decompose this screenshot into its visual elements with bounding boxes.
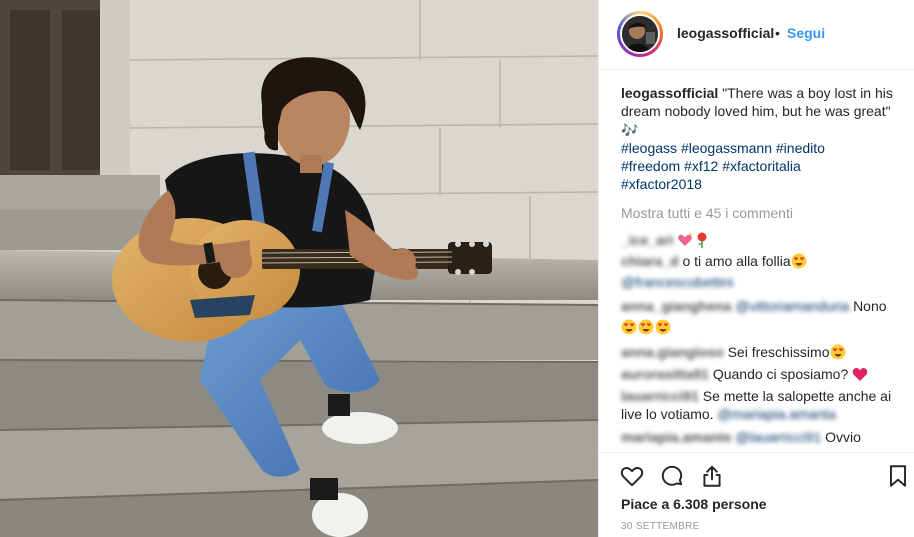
show-all-comments-link[interactable]: Mostra tutti e 45 i commenti [621,204,903,222]
comment-text: Nono [853,297,887,314]
comment-row: mariapia.amante @lauarricci91 Ovvio [621,428,903,446]
photo-boy-playing-guitar [0,0,598,537]
comment-icon[interactable] [659,463,685,489]
comment-username[interactable]: anna_gianghena [621,298,731,314]
comment-text: Sei freschissimo [727,343,830,360]
comment-username[interactable]: mariapia.amante [621,429,732,445]
heart-icon[interactable] [619,463,645,489]
red-heart-icon [852,367,868,381]
post-actions-bar: Piace a 6.308 persone 30 SETTEMBRE [599,452,914,537]
comment-row: anna.giangioso Sei freschissimo [621,343,903,361]
avatar[interactable] [620,14,660,54]
separator-dot: • [775,25,780,41]
hashtag-freedom[interactable]: #freedom [621,158,680,174]
bookmark-icon[interactable] [885,463,911,489]
instagram-post: leogassofficial • Segui leogassofficial … [0,0,914,537]
post-date[interactable]: 30 SETTEMBRE [621,521,700,532]
avatar-story-ring[interactable] [617,11,663,57]
share-icon[interactable] [699,463,725,489]
post-photo[interactable] [0,0,598,537]
comment-row: aurorasitta91 Quando ci sposiamo? [621,365,903,383]
heart-eyes-icon [830,344,845,360]
comment-mention[interactable]: @francescobettini [621,274,733,290]
caption-username[interactable]: leogassofficial [621,85,718,101]
post-side-panel: leogassofficial • Segui leogassofficial … [598,0,914,537]
likes-count[interactable]: Piace a 6.308 persone [621,496,767,512]
caption: leogassofficial "There was a boy lost in… [621,84,903,194]
comment-username[interactable]: chiara_d [621,253,679,269]
heart-eyes-icon [638,319,654,335]
hashtag-xf12[interactable]: #xf12 [684,158,718,174]
avatar-image [622,16,658,52]
hashtag-leogass[interactable]: #leogass [621,140,677,156]
heart-eyes-icon [791,253,807,269]
comment-text: Ovvio [825,428,861,445]
comment-username[interactable]: lauarricci91 [621,388,699,404]
hashtag-xfactor2018[interactable]: #xfactor2018 [621,176,702,192]
header-username[interactable]: leogassofficial [677,25,774,41]
hashtag-inedito[interactable]: #inedito [776,140,825,156]
comment-username[interactable]: _ice_ari [621,232,673,248]
comment-mention[interactable]: @vittoriamanduria [735,298,849,314]
post-header: leogassofficial • Segui [599,0,914,70]
hashtag-xfactoritalia[interactable]: #xfactoritalia [722,158,801,174]
comment-emoji-line [621,318,903,336]
comment-mention[interactable]: @mariapia.amanta [717,406,836,422]
comment-row: anna_gianghena @vittoriamanduria Nono [621,297,903,315]
hashtag-leogassmann[interactable]: #leogassmann [681,140,772,156]
comment-row: lauarricci91 Se mette la salopette anche… [621,387,903,424]
comment-blurred-mention-line: @francescobettini [621,273,903,291]
comment-row: _ice_ari [621,231,903,249]
comment-text: Quando ci sposiamo? [712,365,849,382]
sparkle-heart-icon [678,233,692,247]
rose-icon [697,232,707,249]
comments-section: leogassofficial "There was a boy lost in… [621,84,903,446]
comment-mention[interactable]: @lauarricci91 [735,429,821,445]
comment-row: chiara_d o ti amo alla follia [621,252,903,270]
comment-username[interactable]: aurorasitta91 [621,366,709,382]
heart-eyes-icon [655,319,671,335]
heart-eyes-icon [621,319,637,335]
follow-button[interactable]: Segui [787,25,825,41]
comment-text: o ti amo alla follia [682,253,791,270]
comment-username[interactable]: anna.giangioso [621,344,724,360]
